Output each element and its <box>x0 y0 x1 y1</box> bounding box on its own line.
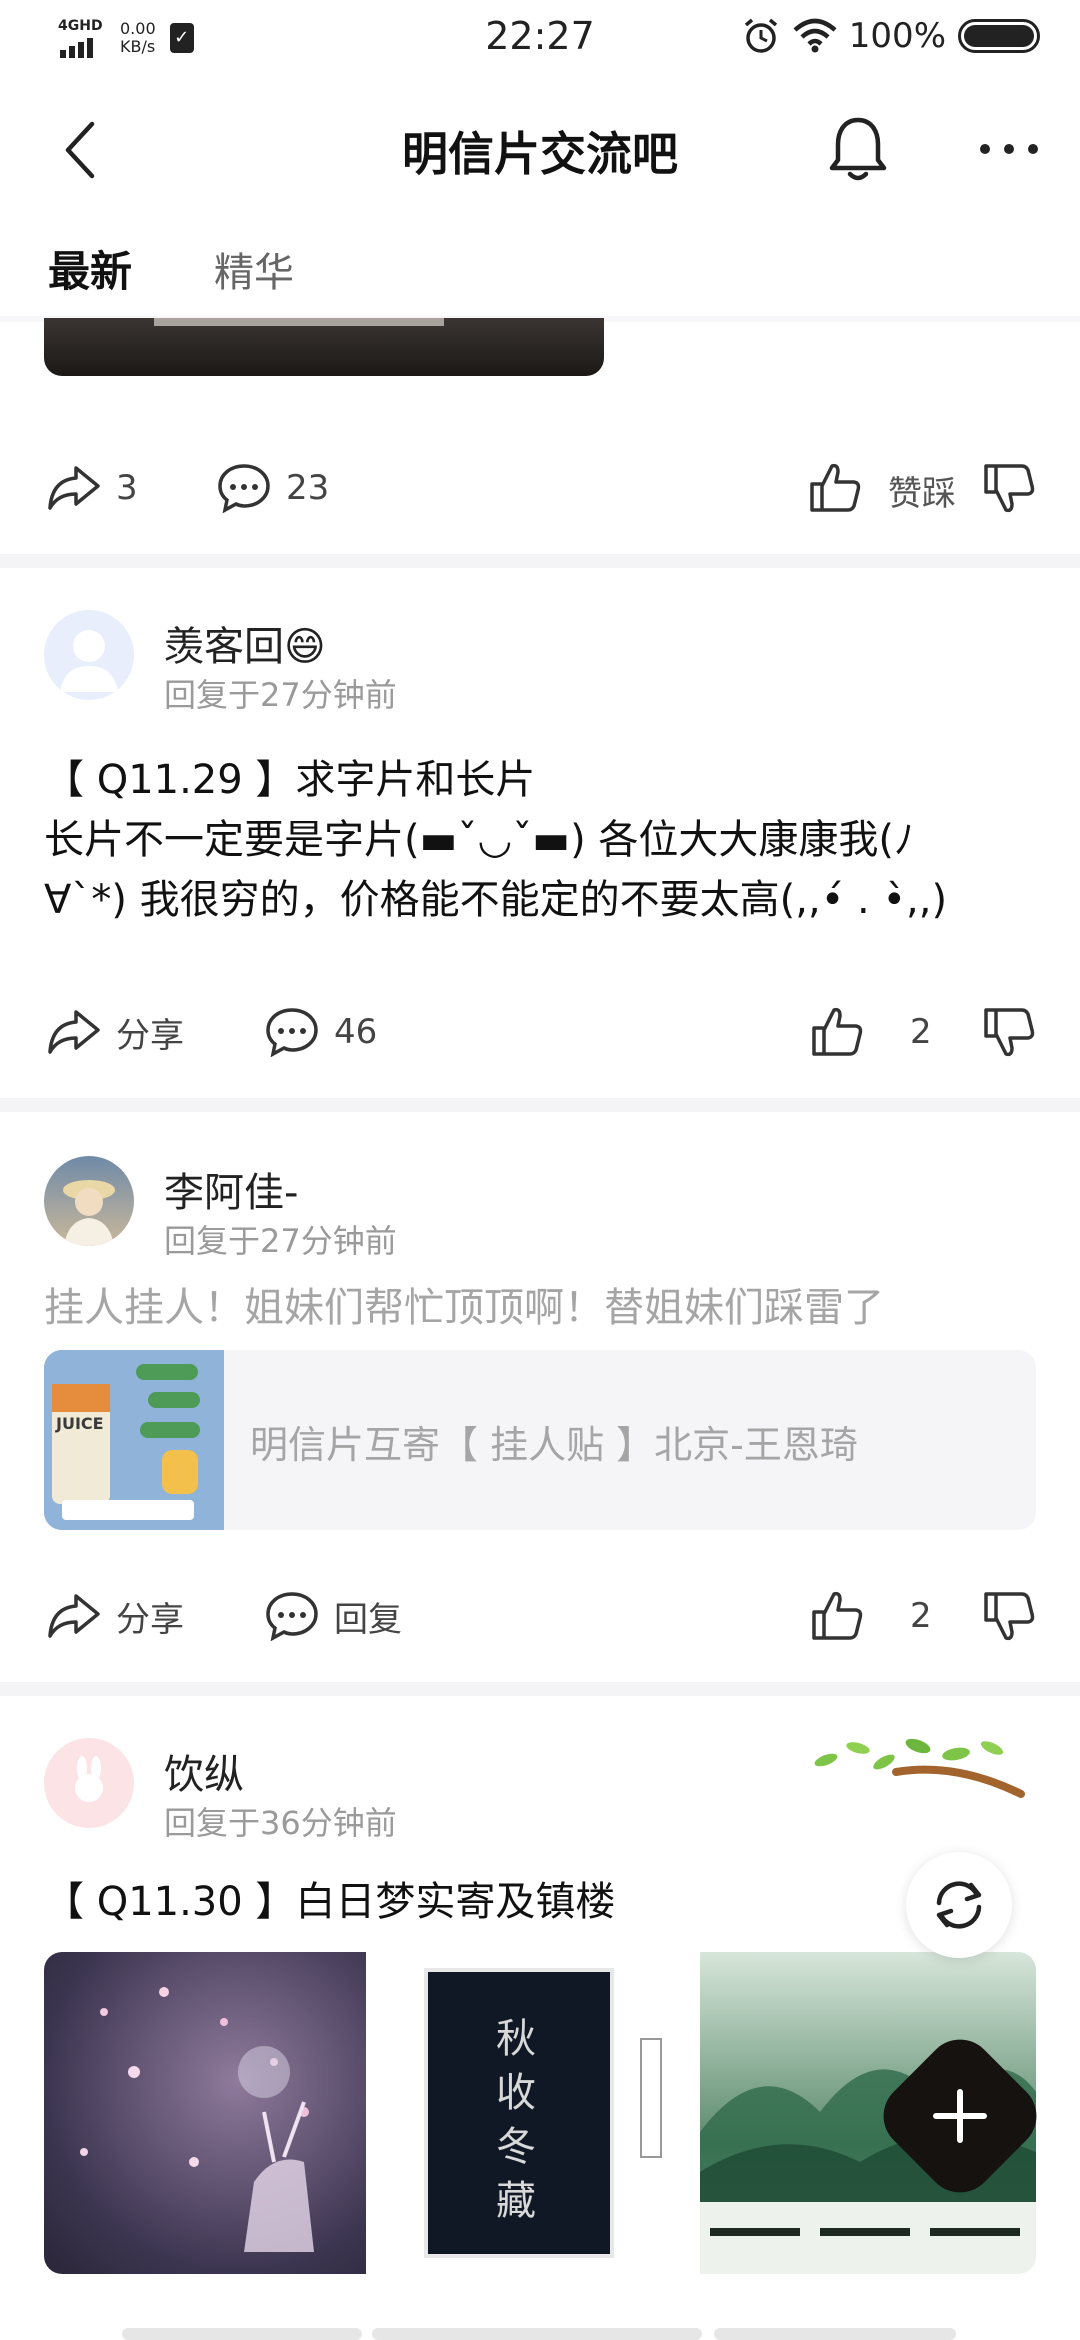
avatar[interactable] <box>44 610 134 700</box>
tab-bar: 最新 精华 <box>0 238 1080 318</box>
page-title: 明信片交流吧 <box>402 127 678 181</box>
wifi-icon <box>793 18 837 53</box>
link-thumbnail: JUICE <box>44 1350 224 1530</box>
post-text[interactable]: 挂人挂人！姐妹们帮忙顶顶啊！替姐妹们踩雷了 <box>44 1278 1044 1338</box>
prev-share-count: 3 <box>116 468 138 508</box>
user-name[interactable]: 李阿佳- <box>164 1160 298 1218</box>
like-count: 2 <box>910 1596 932 1636</box>
status-right: 100% <box>741 16 1040 56</box>
post-image[interactable]: 秋收冬藏 <box>378 1952 688 2274</box>
reply-label: 回复 <box>334 1599 402 1640</box>
comment-icon <box>218 464 270 514</box>
thumb-down-icon <box>984 1008 1035 1057</box>
post-time: 回复于27分钟前 <box>164 676 397 714</box>
comment-button[interactable]: 46 <box>264 1006 377 1058</box>
share-button[interactable]: 分享 <box>46 1006 184 1058</box>
user-name[interactable]: 羡客回😄 <box>164 614 326 672</box>
tab-featured[interactable]: 精华 <box>214 240 294 298</box>
prev-share-button[interactable]: 3 <box>46 462 138 514</box>
user-name[interactable]: 饮纵 <box>164 1742 244 1800</box>
top-bar: 明信片交流吧 <box>0 92 1080 202</box>
share-icon <box>48 1010 100 1054</box>
bell-icon[interactable] <box>826 114 890 184</box>
thumb-up-icon <box>812 1591 863 1640</box>
poster-text: 秋收冬藏 <box>496 2016 536 2224</box>
post-text-line: 长片不一定要是字片(▬ˇ◡ˇ▬) 各位大大康康我(ﾉ <box>44 817 915 863</box>
post-item[interactable]: 李阿佳- 回复于27分钟前 挂人挂人！姐妹们帮忙顶顶啊！替姐妹们踩雷了 JUIC… <box>0 1112 1080 1672</box>
branch-decoration <box>814 1738 1025 1798</box>
refresh-icon <box>936 1881 982 1929</box>
prev-comment-count: 23 <box>286 468 330 508</box>
like-count: 2 <box>910 1012 932 1052</box>
alarm-icon <box>744 18 777 53</box>
post-text[interactable]: 【 Q11.29 】求字片和长片 长片不一定要是字片(▬ˇ◡ˇ▬) 各位大大康康… <box>44 750 1044 930</box>
post-separator <box>0 1098 1080 1112</box>
thumb-up-icon <box>810 463 861 512</box>
status-bar: 4GHD 0.00 KB/s ✓ 22:27 100% <box>0 0 1080 78</box>
share-icon <box>48 466 100 510</box>
dislike-button[interactable] <box>980 1588 1036 1644</box>
link-card[interactable]: JUICE 明信片互寄【 挂人贴 】北京-王恩琦 <box>44 1350 1036 1530</box>
comment-count: 46 <box>334 1012 378 1052</box>
tab-latest[interactable]: 最新 <box>48 238 132 299</box>
post-separator <box>0 554 1080 568</box>
avatar[interactable] <box>44 1156 134 1246</box>
thumb-down-icon <box>984 464 1035 513</box>
comment-icon <box>266 1592 318 1642</box>
more-icon[interactable] <box>978 142 1040 156</box>
share-label: 分享 <box>116 1599 184 1640</box>
thumb-text: JUICE <box>56 1414 104 1433</box>
post-separator <box>0 1682 1080 1696</box>
post-time: 回复于27分钟前 <box>164 1222 397 1260</box>
next-row-hint <box>122 2328 362 2340</box>
dislike-button[interactable] <box>980 1004 1036 1060</box>
refresh-button[interactable] <box>906 1852 1012 1958</box>
prev-comment-button[interactable]: 23 <box>216 462 329 514</box>
post-text-line: 【 Q11.29 】求字片和长片 <box>44 757 536 803</box>
share-button[interactable]: 分享 <box>46 1590 184 1642</box>
share-icon <box>48 1594 100 1638</box>
post-image[interactable] <box>44 1952 366 2274</box>
thumb-up-icon <box>812 1007 863 1056</box>
post-text-line: ∀`*) 我很穷的，价格能不能定的不要太高(,,•́ . •̀,,) <box>44 877 948 923</box>
avatar[interactable] <box>44 1738 134 1828</box>
battery-icon <box>958 19 1040 53</box>
prev-like-button[interactable] <box>806 460 862 516</box>
reply-button[interactable]: 回复 <box>264 1590 402 1642</box>
next-row-hint <box>372 2328 702 2340</box>
prev-dislike-button[interactable] <box>980 460 1036 516</box>
thumb-down-icon <box>984 1592 1035 1641</box>
link-title: 明信片互寄【 挂人贴 】北京-王恩琦 <box>250 1423 858 1467</box>
previous-post-image[interactable] <box>44 318 604 376</box>
post-time: 回复于36分钟前 <box>164 1804 397 1842</box>
post-item[interactable]: 饮纵 回复于36分钟前 【 Q11.30 】白日梦实寄及镇楼 秋收冬藏 <box>0 1696 1080 2340</box>
share-label: 分享 <box>116 1015 184 1056</box>
post-title[interactable]: 【 Q11.30 】白日梦实寄及镇楼 <box>44 1872 1044 1932</box>
prev-vote-label: 赞踩 <box>888 474 956 514</box>
comment-icon <box>266 1008 318 1058</box>
next-row-hint <box>714 2328 956 2340</box>
like-button[interactable] <box>808 1588 864 1644</box>
battery-percent: 100% <box>848 16 946 56</box>
plus-icon <box>933 2089 987 2143</box>
like-button[interactable] <box>808 1004 864 1060</box>
